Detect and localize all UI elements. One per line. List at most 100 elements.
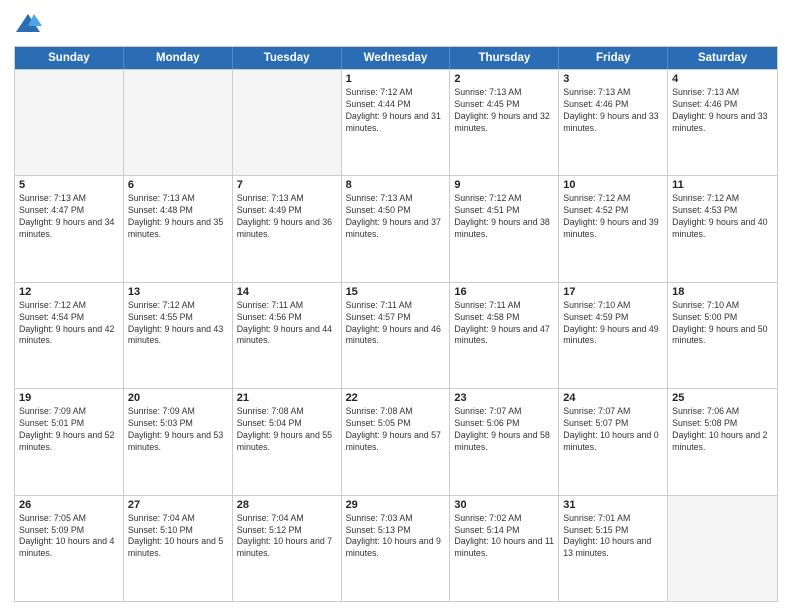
- empty-cell-4-6: [668, 496, 777, 601]
- day-cell-6: 6 Sunrise: 7:13 AM Sunset: 4:48 PM Daylig…: [124, 176, 233, 281]
- day-info: Sunrise: 7:10 AM Sunset: 5:00 PM Dayligh…: [672, 300, 773, 348]
- day-info: Sunrise: 7:13 AM Sunset: 4:45 PM Dayligh…: [454, 87, 554, 135]
- day-cell-20: 20Sunrise: 7:09 AM Sunset: 5:03 PM Dayli…: [124, 389, 233, 494]
- day-number: 18: [672, 286, 773, 298]
- day-cell-17: 17 Sunrise: 7:10 AM Sunset: 4:59 PM Dayli…: [559, 283, 668, 388]
- day-info: Sunrise: 7:13 AM Sunset: 4:49 PM Dayligh…: [237, 193, 337, 241]
- day-number: 30: [454, 499, 554, 511]
- day-number: 6: [128, 179, 228, 191]
- page: SundayMondayTuesdayWednesdayThursdayFrid…: [0, 0, 792, 612]
- day-cell-5: 5Sunrise: 7:13 AM Sunset: 4:47 PM Daylig…: [15, 176, 124, 281]
- logo-icon: [14, 10, 42, 38]
- day-cell-26: 26 Sunrise: 7:05 AM Sunset: 5:09 PM Dayli…: [15, 496, 124, 601]
- header-day-sunday: Sunday: [15, 47, 124, 69]
- day-number: 9: [454, 179, 554, 191]
- day-number: 19: [19, 392, 119, 404]
- day-number: 24: [563, 392, 663, 404]
- day-number: 25: [672, 392, 773, 404]
- day-info: Sunrise: 7:10 AM Sunset: 4:59 PM Dayligh…: [563, 300, 663, 348]
- calendar-row-3: 12 Sunrise: 7:12 AM Sunset: 4:54 PM Dayli…: [15, 282, 777, 388]
- day-cell-22: 22 Sunrise: 7:08 AM Sunset: 5:05 PM Dayli…: [342, 389, 451, 494]
- day-info: Sunrise: 7:05 AM Sunset: 5:09 PM Dayligh…: [19, 513, 119, 561]
- day-info: Sunrise: 7:12 AM Sunset: 4:51 PM Dayligh…: [454, 193, 554, 241]
- day-cell-19: 19 Sunrise: 7:09 AM Sunset: 5:01 PM Dayli…: [15, 389, 124, 494]
- day-cell-23: 23 Sunrise: 7:07 AM Sunset: 5:06 PM Dayli…: [450, 389, 559, 494]
- day-number: 29: [346, 499, 446, 511]
- header-day-tuesday: Tuesday: [233, 47, 342, 69]
- day-cell-11: 11 Sunrise: 7:12 AM Sunset: 4:53 PM Dayli…: [668, 176, 777, 281]
- day-info: Sunrise: 7:13 AM Sunset: 4:48 PM Dayligh…: [128, 193, 228, 241]
- day-info: Sunrise: 7:09 AM Sunset: 5:03 PM Dayligh…: [128, 406, 228, 454]
- day-cell-8: 8Sunrise: 7:13 AM Sunset: 4:50 PM Daylig…: [342, 176, 451, 281]
- day-number: 31: [563, 499, 663, 511]
- day-cell-29: 29 Sunrise: 7:03 AM Sunset: 5:13 PM Dayli…: [342, 496, 451, 601]
- day-cell-12: 12 Sunrise: 7:12 AM Sunset: 4:54 PM Dayli…: [15, 283, 124, 388]
- day-info: Sunrise: 7:11 AM Sunset: 4:57 PM Dayligh…: [346, 300, 446, 348]
- day-cell-21: 21Sunrise: 7:08 AM Sunset: 5:04 PM Dayli…: [233, 389, 342, 494]
- day-cell-31: 31 Sunrise: 7:01 AM Sunset: 5:15 PM Dayli…: [559, 496, 668, 601]
- day-info: Sunrise: 7:13 AM Sunset: 4:46 PM Dayligh…: [672, 87, 773, 135]
- day-cell-18: 18 Sunrise: 7:10 AM Sunset: 5:00 PM Dayli…: [668, 283, 777, 388]
- day-info: Sunrise: 7:12 AM Sunset: 4:52 PM Dayligh…: [563, 193, 663, 241]
- day-info: Sunrise: 7:11 AM Sunset: 4:58 PM Dayligh…: [454, 300, 554, 348]
- day-number: 11: [672, 179, 773, 191]
- calendar-row-1: 1Sunrise: 7:12 AM Sunset: 4:44 PM Daylig…: [15, 69, 777, 175]
- day-info: Sunrise: 7:07 AM Sunset: 5:07 PM Dayligh…: [563, 406, 663, 454]
- day-number: 22: [346, 392, 446, 404]
- day-info: Sunrise: 7:01 AM Sunset: 5:15 PM Dayligh…: [563, 513, 663, 561]
- day-info: Sunrise: 7:04 AM Sunset: 5:12 PM Dayligh…: [237, 513, 337, 561]
- calendar-row-2: 5Sunrise: 7:13 AM Sunset: 4:47 PM Daylig…: [15, 175, 777, 281]
- day-info: Sunrise: 7:12 AM Sunset: 4:53 PM Dayligh…: [672, 193, 773, 241]
- day-cell-7: 7 Sunrise: 7:13 AM Sunset: 4:49 PM Daylig…: [233, 176, 342, 281]
- day-cell-10: 10 Sunrise: 7:12 AM Sunset: 4:52 PM Dayli…: [559, 176, 668, 281]
- day-info: Sunrise: 7:13 AM Sunset: 4:47 PM Dayligh…: [19, 193, 119, 241]
- header-day-wednesday: Wednesday: [342, 47, 451, 69]
- day-info: Sunrise: 7:04 AM Sunset: 5:10 PM Dayligh…: [128, 513, 228, 561]
- day-number: 21: [237, 392, 337, 404]
- day-cell-4: 4 Sunrise: 7:13 AM Sunset: 4:46 PM Daylig…: [668, 70, 777, 175]
- header: [14, 10, 778, 38]
- empty-cell-0-2: [233, 70, 342, 175]
- day-cell-13: 13 Sunrise: 7:12 AM Sunset: 4:55 PM Dayli…: [124, 283, 233, 388]
- day-cell-25: 25 Sunrise: 7:06 AM Sunset: 5:08 PM Dayli…: [668, 389, 777, 494]
- calendar-row-4: 19 Sunrise: 7:09 AM Sunset: 5:01 PM Dayli…: [15, 388, 777, 494]
- day-number: 14: [237, 286, 337, 298]
- day-number: 12: [19, 286, 119, 298]
- day-info: Sunrise: 7:02 AM Sunset: 5:14 PM Dayligh…: [454, 513, 554, 561]
- calendar-body: 1Sunrise: 7:12 AM Sunset: 4:44 PM Daylig…: [15, 69, 777, 601]
- day-number: 23: [454, 392, 554, 404]
- day-info: Sunrise: 7:07 AM Sunset: 5:06 PM Dayligh…: [454, 406, 554, 454]
- day-info: Sunrise: 7:08 AM Sunset: 5:05 PM Dayligh…: [346, 406, 446, 454]
- day-number: 1: [346, 73, 446, 85]
- day-cell-2: 2 Sunrise: 7:13 AM Sunset: 4:45 PM Daylig…: [450, 70, 559, 175]
- day-cell-27: 27 Sunrise: 7:04 AM Sunset: 5:10 PM Dayli…: [124, 496, 233, 601]
- day-info: Sunrise: 7:06 AM Sunset: 5:08 PM Dayligh…: [672, 406, 773, 454]
- day-info: Sunrise: 7:09 AM Sunset: 5:01 PM Dayligh…: [19, 406, 119, 454]
- day-number: 7: [237, 179, 337, 191]
- day-cell-28: 28Sunrise: 7:04 AM Sunset: 5:12 PM Dayli…: [233, 496, 342, 601]
- day-info: Sunrise: 7:03 AM Sunset: 5:13 PM Dayligh…: [346, 513, 446, 561]
- day-info: Sunrise: 7:12 AM Sunset: 4:55 PM Dayligh…: [128, 300, 228, 348]
- day-cell-9: 9 Sunrise: 7:12 AM Sunset: 4:51 PM Daylig…: [450, 176, 559, 281]
- day-cell-15: 15Sunrise: 7:11 AM Sunset: 4:57 PM Dayli…: [342, 283, 451, 388]
- day-info: Sunrise: 7:12 AM Sunset: 4:54 PM Dayligh…: [19, 300, 119, 348]
- day-number: 27: [128, 499, 228, 511]
- day-number: 17: [563, 286, 663, 298]
- day-number: 13: [128, 286, 228, 298]
- header-day-friday: Friday: [559, 47, 668, 69]
- logo: [14, 10, 46, 38]
- day-number: 4: [672, 73, 773, 85]
- day-number: 2: [454, 73, 554, 85]
- day-info: Sunrise: 7:13 AM Sunset: 4:50 PM Dayligh…: [346, 193, 446, 241]
- calendar: SundayMondayTuesdayWednesdayThursdayFrid…: [14, 46, 778, 602]
- day-cell-14: 14 Sunrise: 7:11 AM Sunset: 4:56 PM Dayli…: [233, 283, 342, 388]
- day-info: Sunrise: 7:13 AM Sunset: 4:46 PM Dayligh…: [563, 87, 663, 135]
- day-cell-3: 3Sunrise: 7:13 AM Sunset: 4:46 PM Daylig…: [559, 70, 668, 175]
- empty-cell-0-1: [124, 70, 233, 175]
- day-info: Sunrise: 7:11 AM Sunset: 4:56 PM Dayligh…: [237, 300, 337, 348]
- day-cell-30: 30 Sunrise: 7:02 AM Sunset: 5:14 PM Dayli…: [450, 496, 559, 601]
- day-number: 26: [19, 499, 119, 511]
- header-day-monday: Monday: [124, 47, 233, 69]
- day-number: 10: [563, 179, 663, 191]
- empty-cell-0-0: [15, 70, 124, 175]
